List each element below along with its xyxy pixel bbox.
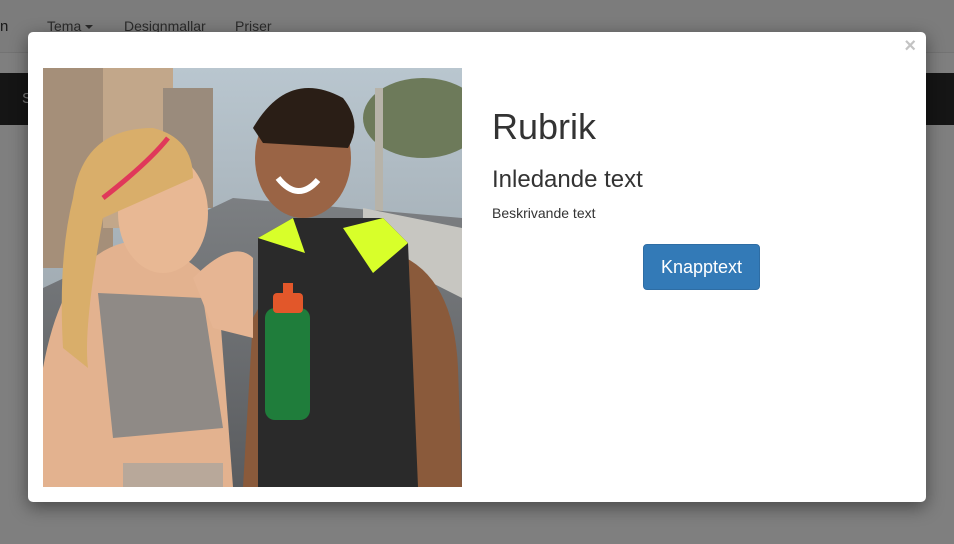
cta-button[interactable]: Knapptext bbox=[643, 244, 760, 290]
photo-couple-fitness-icon bbox=[43, 68, 462, 487]
modal-subtitle: Inledande text bbox=[492, 165, 643, 193]
modal-title: Rubrik bbox=[492, 106, 597, 147]
modal-image bbox=[43, 68, 462, 487]
close-icon[interactable]: × bbox=[904, 36, 916, 56]
modal-content: Rubrik Inledande text Beskrivande text K… bbox=[492, 106, 912, 290]
modal-dialog: × Rubrik Inledande text Beskrivande text… bbox=[28, 32, 926, 502]
modal-description: Beskrivande text bbox=[492, 204, 596, 221]
